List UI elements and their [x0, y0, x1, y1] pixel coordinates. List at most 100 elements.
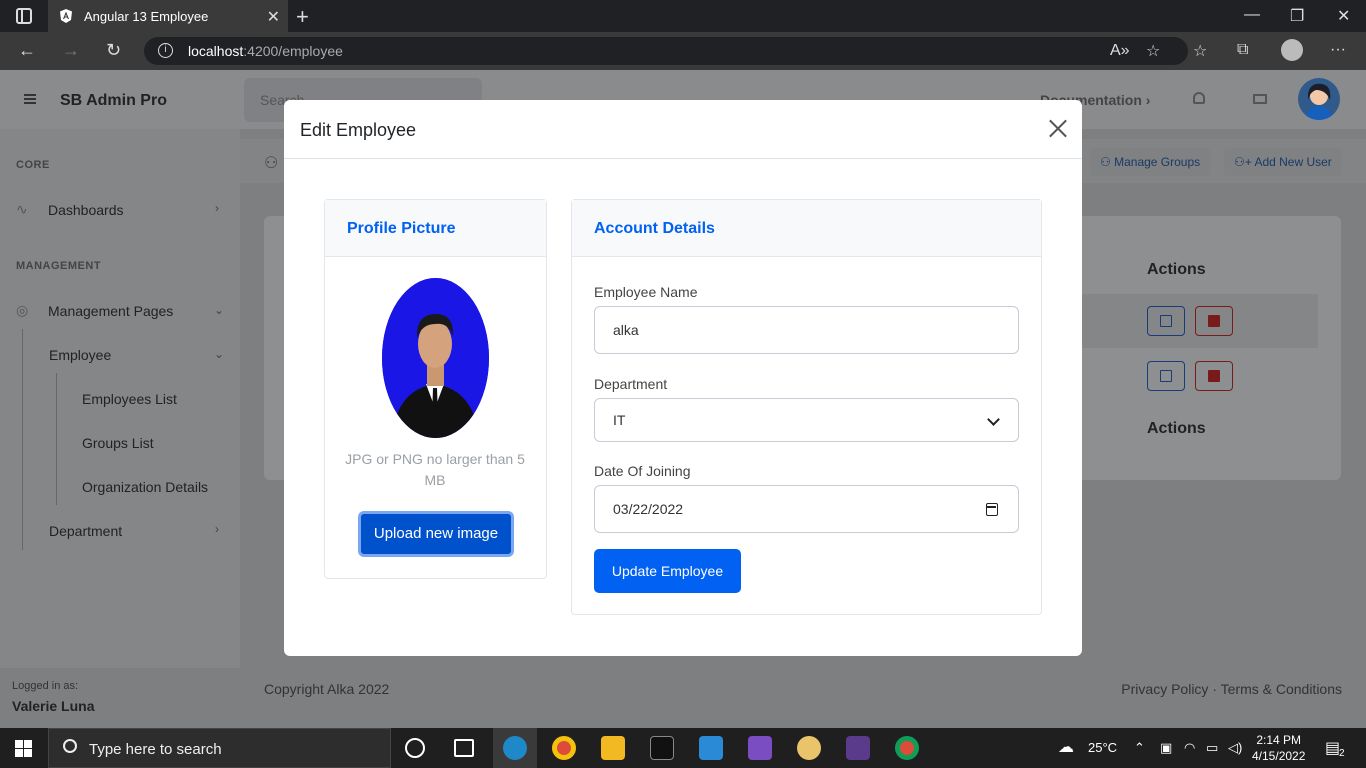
read-aloud-icon[interactable]: A»: [1110, 42, 1130, 60]
account-card-header: Account Details: [572, 200, 1041, 257]
employee-name-input[interactable]: alka: [594, 306, 1019, 354]
windows-start-icon[interactable]: [15, 740, 32, 757]
temperature[interactable]: 25°C: [1088, 740, 1117, 755]
chevron-down-icon: [987, 413, 1000, 426]
browser-tab[interactable]: Angular 13 Employee ✕: [48, 0, 288, 32]
delete-button[interactable]: [1195, 306, 1233, 336]
chrome-icon[interactable]: [895, 736, 919, 760]
visual-studio-icon[interactable]: [748, 736, 772, 760]
cortana-icon[interactable]: [405, 738, 425, 758]
edit-employee-modal: Edit Employee Profile Picture JPG or PNG…: [284, 100, 1082, 656]
sidebar-item-employees-list[interactable]: Employees List: [82, 391, 177, 407]
sidebar-item-groups-list[interactable]: Groups List: [82, 435, 154, 451]
profile-icon[interactable]: [1281, 39, 1303, 61]
modal-close-icon[interactable]: [1048, 118, 1068, 138]
volume-icon[interactable]: ◁): [1228, 740, 1242, 756]
sidebar: CORE ∿ Dashboards › MANAGEMENT ◎ Managem…: [0, 129, 240, 728]
vscode-icon[interactable]: [699, 736, 723, 760]
sidebar-item-organization-details[interactable]: Organization Details: [82, 479, 208, 495]
account-details-card: Account Details Employee Name alka Depar…: [571, 199, 1042, 615]
logged-in-label: Logged in as:: [12, 680, 79, 692]
edit-icon: [1160, 315, 1172, 327]
calendar-icon[interactable]: [986, 503, 998, 516]
edit-button[interactable]: [1147, 306, 1185, 336]
tab-close-icon[interactable]: ✕: [267, 7, 280, 27]
profile-card-header: Profile Picture: [325, 200, 546, 257]
file-explorer-icon[interactable]: [601, 736, 625, 760]
git-bash-icon[interactable]: [846, 736, 870, 760]
wifi-icon[interactable]: ◠: [1184, 740, 1195, 756]
new-tab-icon[interactable]: +: [296, 4, 309, 30]
taskbar-search[interactable]: Type here to search: [48, 728, 391, 768]
meet-now-icon[interactable]: ▣: [1160, 740, 1172, 756]
weather-icon[interactable]: ☁: [1058, 737, 1074, 757]
add-new-user-button[interactable]: ⚇+ Add New User: [1224, 148, 1342, 176]
sidebar-item-dashboards[interactable]: Dashboards: [48, 202, 124, 218]
sidebar-heading-management: MANAGEMENT: [16, 260, 102, 272]
sidebar-toggle-icon[interactable]: [24, 94, 36, 104]
chevron-right-icon: ›: [215, 201, 219, 215]
globe-icon: ◎: [16, 302, 29, 318]
brand-name[interactable]: SB Admin Pro: [60, 92, 167, 110]
sidebar-item-employee[interactable]: Employee: [49, 347, 111, 363]
upload-image-button[interactable]: Upload new image: [358, 511, 514, 557]
add-favorite-icon[interactable]: ☆: [1146, 41, 1160, 61]
terminal-icon[interactable]: [650, 736, 674, 760]
mail-icon[interactable]: [1253, 94, 1267, 104]
sidebar-footer: Logged in as: Valerie Luna: [0, 668, 240, 728]
date-of-joining-input[interactable]: 03/22/2022: [594, 485, 1019, 533]
task-view-icon[interactable]: [454, 739, 474, 757]
refresh-icon[interactable]: ↻: [106, 40, 121, 61]
modal-divider: [284, 158, 1082, 159]
tab-title: Angular 13 Employee: [84, 9, 209, 24]
back-icon[interactable]: ←: [18, 40, 36, 61]
manage-groups-button[interactable]: ⚇ Manage Groups: [1090, 148, 1211, 176]
tray-chevron-icon[interactable]: ⌃: [1134, 740, 1145, 756]
profile-picture-card: Profile Picture JPG or PNG no larger tha…: [324, 199, 547, 579]
minimize-icon[interactable]: —: [1244, 6, 1260, 24]
site-info-icon[interactable]: i: [158, 43, 173, 58]
collections-icon[interactable]: ⧉: [1237, 41, 1248, 59]
footer-links[interactable]: Privacy Policy · Terms & Conditions: [1121, 681, 1342, 697]
update-employee-button[interactable]: Update Employee: [594, 549, 741, 593]
tab-actions-icon[interactable]: [16, 8, 32, 24]
bell-icon[interactable]: [1193, 92, 1205, 104]
favorites-icon[interactable]: ☆: [1193, 41, 1207, 61]
actions-column-footer: Actions: [1147, 420, 1206, 437]
paint-icon[interactable]: [797, 736, 821, 760]
edit-icon: [1160, 370, 1172, 382]
notifications-icon[interactable]: ▤: [1325, 738, 1340, 758]
chevron-right-icon: ›: [215, 522, 219, 536]
account-card-title: Account Details: [594, 220, 715, 237]
upload-hint: JPG or PNG no larger than 5 MB: [345, 451, 525, 488]
search-icon: [63, 739, 77, 753]
actions-column-header: Actions: [1147, 261, 1206, 278]
user-avatar[interactable]: [1298, 78, 1340, 120]
more-menu-icon[interactable]: ···: [1330, 41, 1346, 59]
battery-icon[interactable]: ▭: [1206, 740, 1218, 756]
forward-icon[interactable]: →: [62, 40, 80, 61]
modal-title: Edit Employee: [300, 120, 417, 140]
windows-taskbar: Type here to search ☁ 25°C ⌃ ▣ ◠ ▭ ◁) 2:…: [0, 728, 1366, 768]
chrome-icon[interactable]: [552, 736, 576, 760]
browser-tab-bar: Angular 13 Employee ✕ + — ❐ ✕: [0, 0, 1366, 32]
employee-name-label: Employee Name: [594, 284, 698, 300]
url-bar[interactable]: i localhost:4200/employee A» ☆: [144, 37, 1188, 65]
chevron-down-icon: ⌄: [214, 347, 225, 361]
taskbar-clock[interactable]: 2:14 PM 4/15/2022: [1252, 732, 1305, 764]
sidebar-subtree-line: [56, 373, 57, 505]
delete-button[interactable]: [1195, 361, 1233, 391]
window-close-icon[interactable]: ✕: [1337, 6, 1350, 26]
edit-button[interactable]: [1147, 361, 1185, 391]
address-toolbar: ← → ↻ i localhost:4200/employee A» ☆ ☆ ⧉…: [0, 32, 1366, 70]
copyright-text: Copyright Alka 2022: [264, 681, 390, 697]
edge-icon[interactable]: [503, 736, 527, 760]
trash-icon: [1208, 370, 1220, 382]
restore-icon[interactable]: ❐: [1290, 6, 1304, 26]
sidebar-item-department[interactable]: Department: [49, 523, 122, 539]
sidebar-item-management-pages[interactable]: Management Pages: [48, 303, 173, 319]
notification-count: 2: [1339, 748, 1345, 759]
date-of-joining-label: Date Of Joining: [594, 463, 691, 479]
department-select[interactable]: IT: [594, 398, 1019, 442]
profile-card-title: Profile Picture: [347, 220, 456, 237]
